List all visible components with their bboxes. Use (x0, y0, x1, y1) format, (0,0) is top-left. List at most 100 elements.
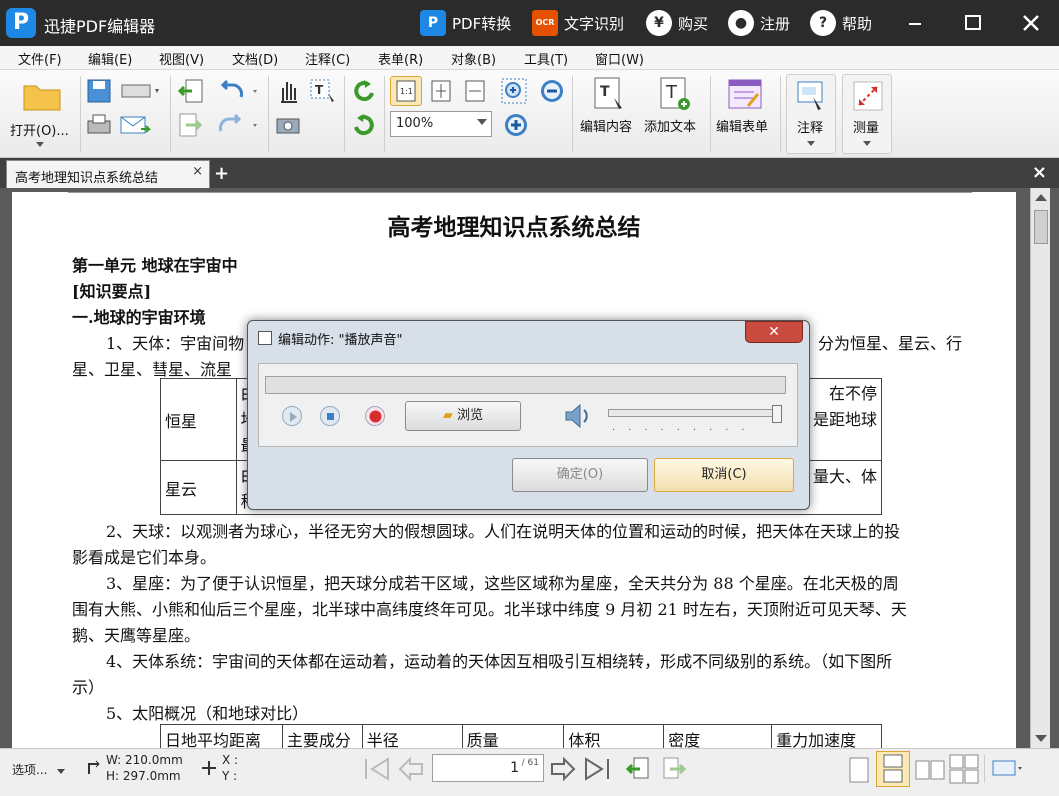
single-page-icon[interactable] (846, 755, 872, 785)
measure-button[interactable]: 测量 (842, 74, 892, 154)
maximize-button[interactable] (958, 8, 988, 38)
next-page-icon[interactable] (548, 755, 578, 783)
insert-page-button[interactable] (174, 110, 208, 140)
menu-tools[interactable]: 工具(T) (524, 49, 568, 68)
document-tab[interactable]: 高考地理知识点系统总结 × (6, 160, 210, 188)
dialog-close-button[interactable]: ✕ (745, 321, 803, 343)
email-button[interactable] (118, 110, 152, 140)
play-button[interactable] (282, 406, 302, 426)
ok-label: 确定(O) (556, 467, 604, 482)
user-icon: ● (728, 10, 754, 36)
select-text-button[interactable]: T (306, 76, 340, 106)
ocr-button[interactable]: OCR 文字识别 (532, 9, 624, 37)
record-button[interactable] (365, 406, 385, 426)
buy-button[interactable]: ¥ 购买 (646, 9, 708, 37)
page-number-field[interactable]: 1 / 61 (432, 754, 544, 782)
paragraph-5: 5、太阳概况（和地球对比） (106, 704, 309, 723)
add-text-button[interactable]: T 添加文本 (642, 74, 708, 140)
continuous-facing-icon[interactable] (948, 753, 980, 785)
previous-page-icon[interactable] (396, 755, 426, 783)
menu-window[interactable]: 窗口(W) (595, 49, 644, 68)
measure-icon (853, 81, 883, 111)
go-forward-icon[interactable] (660, 755, 688, 783)
sun-table: 日地平均距离 主要成分 半径 质量 体积 密度 重力加速度 (160, 724, 882, 748)
menu-object[interactable]: 对象(B) (451, 49, 496, 68)
extract-page-button[interactable] (174, 76, 208, 106)
buy-label: 购买 (678, 14, 709, 33)
stop-button[interactable] (320, 406, 340, 426)
menu-bar: 文件(F) 编辑(E) 视图(V) 文档(D) 注释(C) 表单(R) 对象(B… (0, 46, 1059, 70)
browse-button[interactable]: ▰ 浏览 (405, 401, 521, 431)
scroll-thumb[interactable] (1034, 210, 1048, 244)
redo-icon (219, 113, 257, 132)
options-menu[interactable]: 选项... (12, 761, 66, 778)
zoom-in-button[interactable] (500, 110, 532, 140)
text-select-icon: T (310, 79, 334, 102)
undo-icon (220, 79, 257, 98)
app-logo-icon: P (6, 8, 36, 38)
last-page-icon[interactable] (582, 755, 612, 783)
scan-button[interactable] (118, 76, 162, 106)
register-button[interactable]: ● 注册 (728, 9, 790, 37)
zoom-out-button[interactable] (536, 76, 568, 106)
annotate-button[interactable]: 注释 (786, 74, 836, 154)
table-header-row: 日地平均距离 主要成分 半径 质量 体积 密度 重力加速度 (160, 724, 882, 748)
yen-icon: ¥ (646, 10, 672, 36)
open-button[interactable]: 打开(O)... (8, 74, 78, 154)
tab-close-icon[interactable]: × (192, 164, 203, 179)
svg-text:T: T (315, 83, 324, 97)
menu-annotate[interactable]: 注释(C) (305, 49, 350, 68)
undo-button[interactable] (214, 76, 262, 106)
toolbar: 打开(O)... T 1:1 T 编辑内容 T 添加文本 编辑表单 注释 测量 (0, 70, 1059, 158)
rotate-right-button[interactable] (348, 110, 380, 140)
scroll-down-icon[interactable] (1035, 735, 1047, 742)
volume-slider[interactable] (608, 409, 780, 417)
print-button[interactable] (84, 110, 114, 140)
snapshot-button[interactable] (272, 110, 304, 140)
menu-form[interactable]: 表单(R) (378, 49, 423, 68)
edit-form-button[interactable]: 编辑表单 (712, 74, 778, 140)
ok-button[interactable]: 确定(O) (512, 458, 648, 492)
close-document-button[interactable]: × (1032, 162, 1047, 183)
paragraph-1-line-2: 星、卫星、彗星、流星 (72, 360, 233, 379)
paragraph-4-line-2: 示） (72, 678, 105, 697)
cancel-button[interactable]: 取消(C) (654, 458, 794, 492)
close-window-button[interactable] (1016, 8, 1046, 38)
scroll-up-icon[interactable] (1035, 194, 1047, 201)
help-button[interactable]: ? 帮助 (810, 9, 872, 37)
page-arrow-left-icon (177, 79, 203, 103)
rotate-left-icon (354, 80, 374, 101)
redo-button[interactable] (214, 110, 262, 140)
table-cell-text: 量大、体 (812, 467, 877, 486)
first-page-icon[interactable] (362, 755, 392, 783)
paragraph-3-line-3: 鹅、天鹰等星座。 (72, 626, 201, 645)
menu-file[interactable]: 文件(F) (18, 49, 62, 68)
document-tab-label: 高考地理知识点系统总结 (15, 171, 159, 186)
svg-text:T: T (600, 84, 610, 100)
menu-view[interactable]: 视图(V) (159, 49, 204, 68)
new-tab-button[interactable]: + (214, 163, 229, 184)
vertical-scrollbar[interactable] (1030, 188, 1050, 748)
edit-content-button[interactable]: T 编辑内容 (576, 74, 642, 140)
menu-document[interactable]: 文档(D) (232, 49, 278, 68)
dialog-title: 编辑动作: "播放声音" (278, 333, 403, 348)
fullscreen-icon[interactable] (990, 757, 1026, 783)
volume-slider-thumb[interactable] (772, 405, 782, 423)
zoom-in-tool-button[interactable] (498, 76, 532, 106)
minimize-button[interactable] (900, 8, 930, 38)
paragraph-3-line-2: 围有大熊、小熊和仙后三个星座，北半球中高纬度终年可见。北半球中纬度 9 月初 2… (72, 600, 907, 619)
actual-size-button[interactable]: 1:1 (390, 76, 422, 106)
fit-page-button[interactable] (426, 76, 456, 106)
continuous-page-button[interactable] (876, 751, 910, 787)
zoom-select[interactable]: 100% (390, 111, 492, 137)
save-button[interactable] (84, 76, 114, 106)
menu-edit[interactable]: 编辑(E) (88, 49, 132, 68)
hand-tool-button[interactable] (272, 76, 304, 106)
go-back-icon[interactable] (624, 755, 652, 783)
ocr-icon: OCR (532, 10, 558, 36)
rotate-left-button[interactable] (348, 76, 380, 106)
fit-width-button[interactable] (460, 76, 490, 106)
facing-pages-icon[interactable] (914, 755, 946, 785)
pdf-convert-button[interactable]: P PDF转换 (420, 9, 511, 37)
document-tab-bar: 高考地理知识点系统总结 × + × (0, 158, 1059, 188)
